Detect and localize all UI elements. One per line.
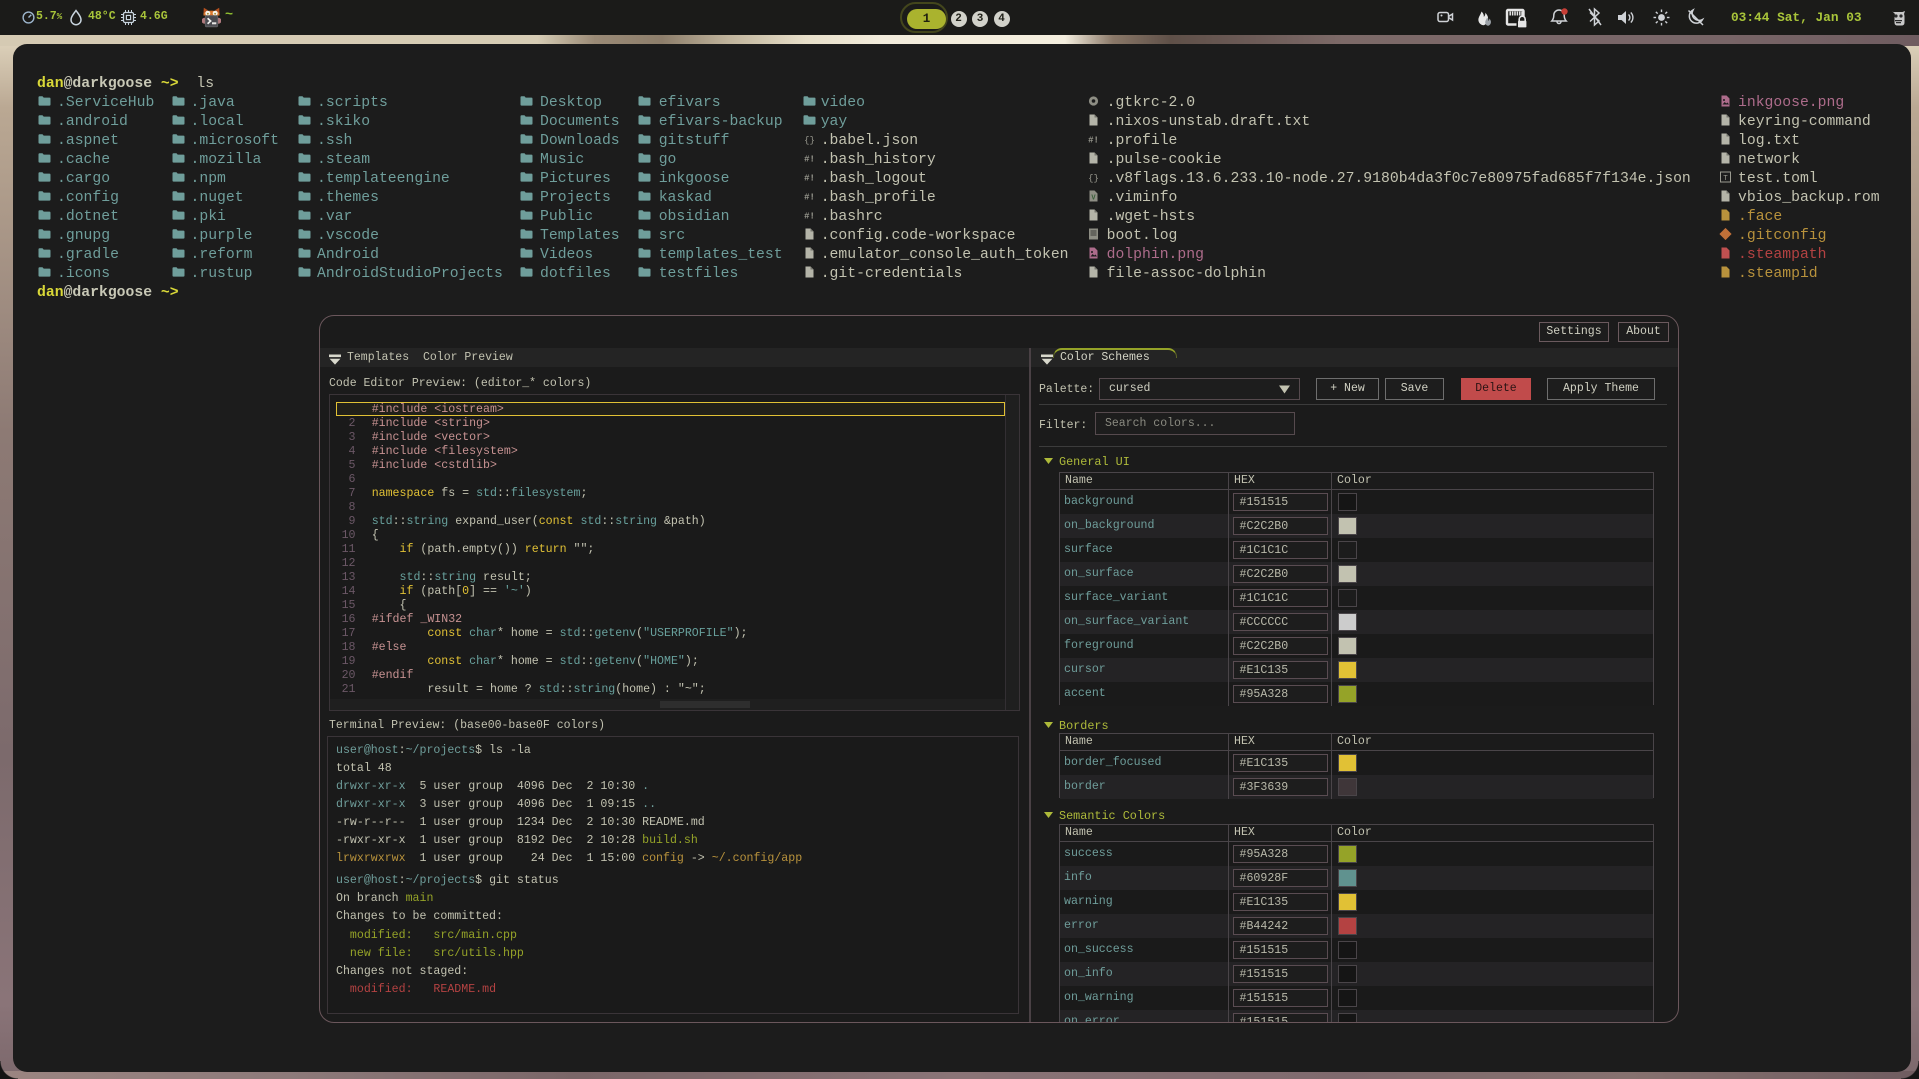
svg-text:#!: #!: [1088, 135, 1099, 145]
svg-text:T: T: [1723, 175, 1728, 183]
svg-text:{}: {}: [1088, 173, 1099, 183]
svg-text:#!: #!: [804, 192, 815, 202]
svg-text:#!: #!: [804, 173, 815, 183]
svg-text:#!: #!: [804, 211, 815, 221]
svg-text:{}: {}: [804, 135, 815, 145]
svg-text:#!: #!: [804, 154, 815, 164]
